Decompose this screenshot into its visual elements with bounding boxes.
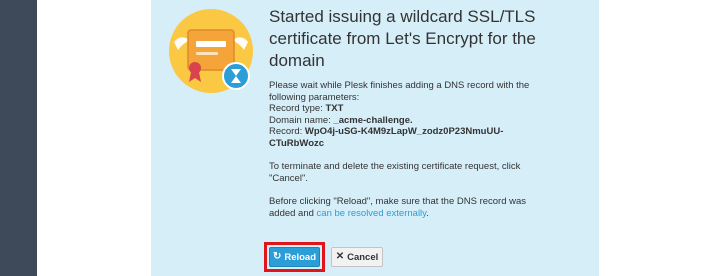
domain-name-value: _acme-challenge.: [333, 114, 413, 126]
terminate-message: To terminate and delete the existing cer…: [269, 161, 521, 184]
certificate-icon: [169, 9, 253, 93]
resolved-externally-link[interactable]: can be resolved externally: [317, 208, 427, 219]
dialog-body: Please wait while Plesk finishes adding …: [269, 80, 554, 219]
refresh-icon: ↻: [272, 251, 282, 262]
record-row: Record: WpO4j-uSG-K4M9zLapW_zodz0P23NmuU…: [269, 126, 554, 149]
record-type-value: TXT: [325, 103, 344, 114]
reload-button[interactable]: ↻ Reload: [269, 247, 320, 267]
cancel-button[interactable]: ✕ Cancel: [331, 247, 383, 267]
wait-message: Please wait while Plesk finishes adding …: [269, 80, 530, 103]
close-icon: ✕: [335, 251, 345, 262]
domain-name-row: Domain name: _acme-challenge.: [269, 115, 554, 127]
record-value: WpO4j-uSG-K4M9zLapW_zodz0P23NmuUU-CTuRbW…: [269, 126, 504, 149]
left-sidebar-strip: [0, 0, 37, 276]
record-label: Record:: [269, 126, 305, 137]
dialog-title: Started issuing a wildcard SSL/TLS certi…: [269, 7, 536, 70]
hourglass-icon: [222, 62, 250, 90]
reload-label: Reload: [284, 251, 317, 263]
before-reload-message: Before clicking "Reload", make sure that…: [269, 196, 554, 219]
cancel-label: Cancel: [347, 251, 379, 263]
certificate-illustration: [168, 8, 258, 94]
domain-name-label: Domain name:: [269, 114, 334, 126]
record-type-label: Record type:: [269, 103, 326, 114]
record-type-row: Record type: TXT: [269, 103, 554, 115]
before-reload-suffix: .: [426, 207, 429, 219]
